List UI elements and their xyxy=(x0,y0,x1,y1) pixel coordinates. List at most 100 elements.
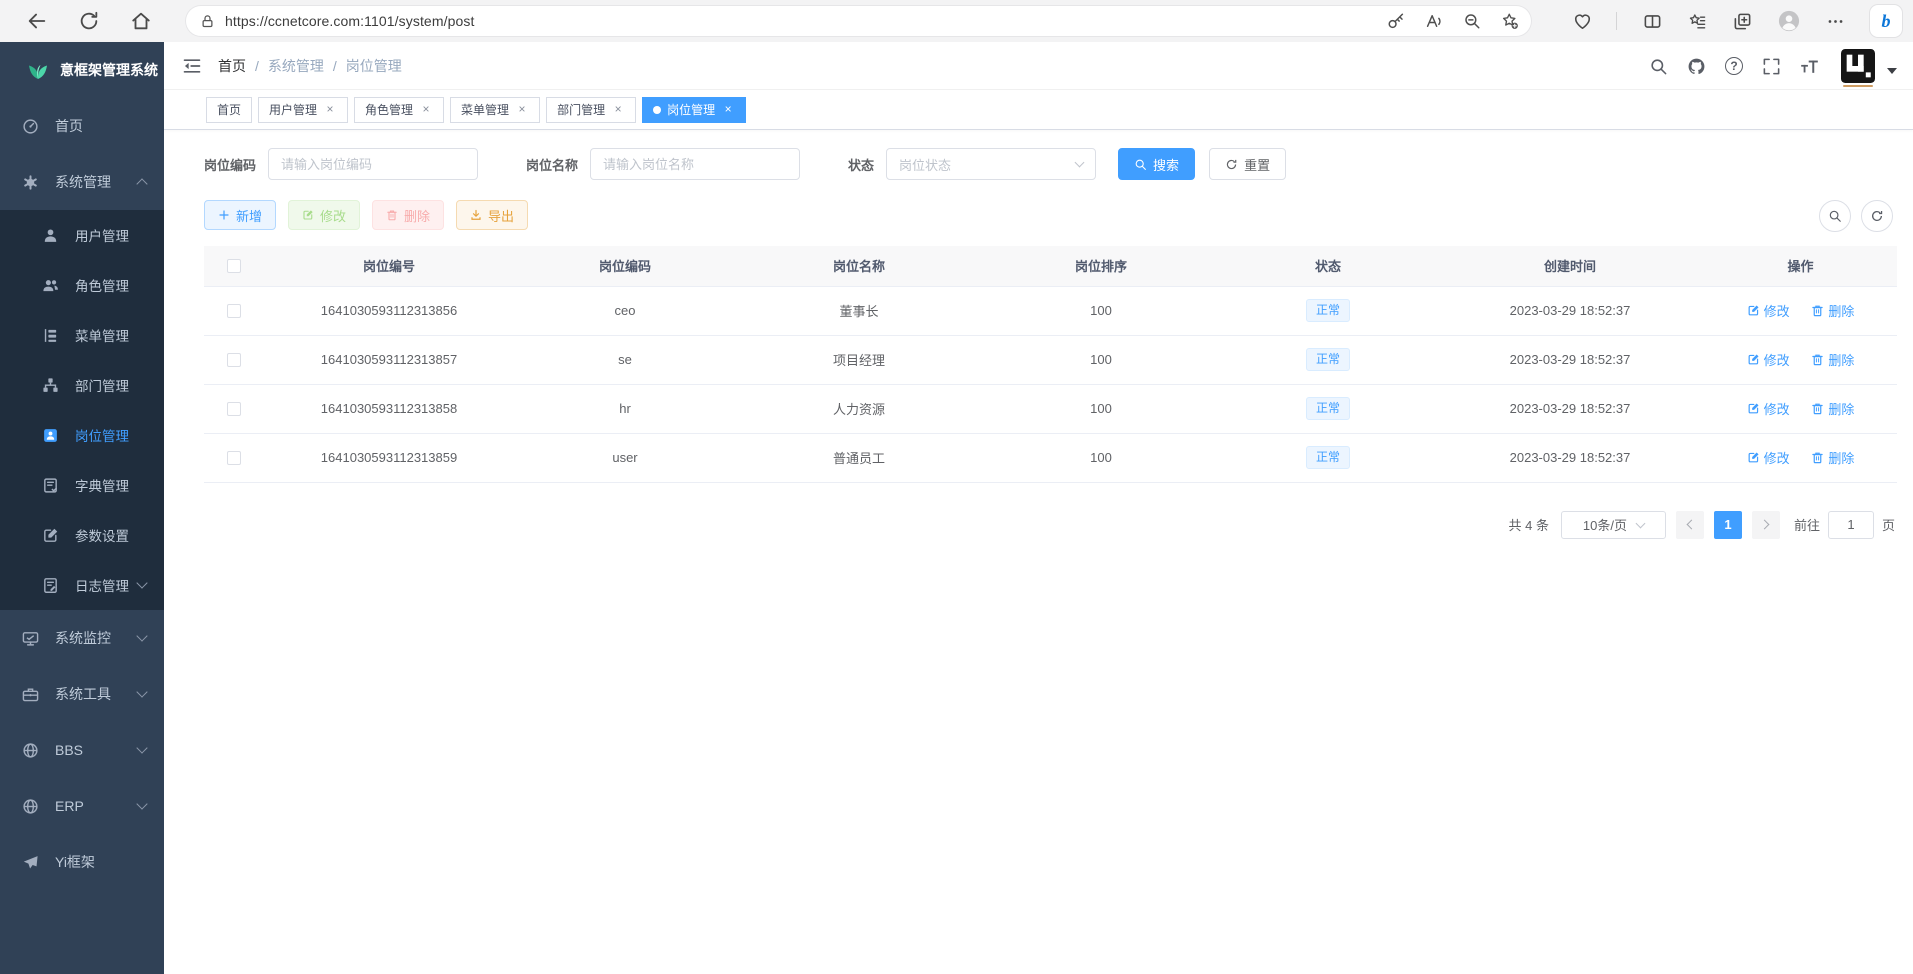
sidebar-item-menu-management[interactable]: 菜单管理 xyxy=(0,310,164,360)
row-edit-link[interactable]: 修改 xyxy=(1747,399,1790,418)
row-edit-label: 修改 xyxy=(1764,350,1790,369)
sidebar-item-system-tools[interactable]: 系统工具 xyxy=(0,666,164,722)
address-bar[interactable]: https://ccnetcore.com:1101/system/post xyxy=(186,6,1531,36)
search-button[interactable]: 搜索 xyxy=(1118,148,1195,180)
user-avatar[interactable] xyxy=(1841,49,1875,83)
post-code-label: 岗位编码 xyxy=(204,155,256,174)
row-checkbox[interactable] xyxy=(227,304,241,318)
post-name-input[interactable] xyxy=(590,148,800,180)
row-delete-link[interactable]: 删除 xyxy=(1811,350,1854,369)
help-icon[interactable]: ? xyxy=(1725,57,1743,75)
tab-home[interactable]: 首页 xyxy=(206,97,252,123)
browser-profile-avatar[interactable] xyxy=(1778,10,1800,32)
browser-back-icon[interactable] xyxy=(26,10,48,32)
cell-post-code: ceo xyxy=(514,286,736,335)
close-icon[interactable]: × xyxy=(323,103,337,117)
tab-user-management[interactable]: 用户管理 × xyxy=(258,97,348,123)
close-icon[interactable]: × xyxy=(611,103,625,117)
row-delete-link[interactable]: 删除 xyxy=(1811,399,1854,418)
header-actions: ? xyxy=(1630,42,1897,90)
fullscreen-icon[interactable] xyxy=(1762,57,1781,76)
collections-icon[interactable] xyxy=(1733,12,1752,31)
tab-post-management[interactable]: 岗位管理 × xyxy=(642,97,746,123)
row-checkbox[interactable] xyxy=(227,402,241,416)
filter-post-code: 岗位编码 xyxy=(204,148,478,180)
select-all-checkbox[interactable] xyxy=(227,259,241,273)
sidebar-item-yi-framework[interactable]: Yi框架 xyxy=(0,834,164,890)
edit-icon xyxy=(1747,402,1760,415)
sidebar-item-bbs[interactable]: BBS xyxy=(0,722,164,778)
post-table: 岗位编号 岗位编码 岗位名称 岗位排序 状态 创建时间 操作 164103059… xyxy=(204,246,1897,483)
status-select[interactable]: 岗位状态 xyxy=(886,148,1096,180)
toggle-search-button[interactable] xyxy=(1819,200,1851,232)
close-icon[interactable]: × xyxy=(721,103,735,117)
column-header-post-code: 岗位编码 xyxy=(514,246,736,286)
row-checkbox[interactable] xyxy=(227,353,241,367)
sidebar-item-system-management[interactable]: 系统管理 xyxy=(0,154,164,210)
browser-home-icon[interactable] xyxy=(130,10,152,32)
password-key-icon[interactable] xyxy=(1387,12,1405,30)
close-icon[interactable]: × xyxy=(419,103,433,117)
add-button[interactable]: 新增 xyxy=(204,200,276,230)
sidebar-item-label: BBS xyxy=(55,742,83,758)
search-icon xyxy=(1134,158,1147,171)
sidebar-fold-icon[interactable] xyxy=(182,56,202,76)
next-page-button[interactable] xyxy=(1752,511,1780,539)
copilot-button[interactable]: b xyxy=(1869,4,1903,38)
breadcrumb-home[interactable]: 首页 xyxy=(218,56,246,76)
sidebar-item-department-management[interactable]: 部门管理 xyxy=(0,360,164,410)
favorites-icon[interactable] xyxy=(1688,12,1707,31)
tab-menu-management[interactable]: 菜单管理 × xyxy=(450,97,540,123)
browser-toolbar: https://ccnetcore.com:1101/system/post b xyxy=(0,0,1913,42)
delete-button[interactable]: 删除 xyxy=(372,200,444,230)
prev-page-button[interactable] xyxy=(1676,511,1704,539)
sidebar-item-dictionary-management[interactable]: 字典管理 xyxy=(0,460,164,510)
row-checkbox[interactable] xyxy=(227,451,241,465)
refresh-table-button[interactable] xyxy=(1861,200,1893,232)
post-code-input[interactable] xyxy=(268,148,478,180)
header-search-icon[interactable] xyxy=(1649,57,1668,76)
sidebar-item-system-monitor[interactable]: 系统监控 xyxy=(0,610,164,666)
sidebar-item-log-management[interactable]: 日志管理 xyxy=(0,560,164,610)
user-menu-caret-icon[interactable] xyxy=(1887,68,1897,74)
zoom-out-icon[interactable] xyxy=(1463,12,1481,30)
page-size-select[interactable]: 10条/页 xyxy=(1561,511,1666,539)
font-size-icon[interactable] xyxy=(1800,57,1819,76)
active-dot-icon xyxy=(653,106,661,114)
status-badge: 正常 xyxy=(1306,446,1350,470)
browser-essentials-icon[interactable] xyxy=(1573,12,1592,31)
status-select-placeholder: 岗位状态 xyxy=(899,155,951,174)
add-favorite-icon[interactable] xyxy=(1501,12,1519,30)
sidebar-item-parameter-settings[interactable]: 参数设置 xyxy=(0,510,164,560)
tab-department-management[interactable]: 部门管理 × xyxy=(546,97,636,123)
url-text[interactable]: https://ccnetcore.com:1101/system/post xyxy=(225,13,1367,29)
close-icon[interactable]: × xyxy=(515,103,529,117)
sidebar-item-role-management[interactable]: 角色管理 xyxy=(0,260,164,310)
reset-button[interactable]: 重置 xyxy=(1209,148,1286,180)
github-icon[interactable] xyxy=(1687,57,1706,76)
row-edit-link[interactable]: 修改 xyxy=(1747,350,1790,369)
sidebar-item-user-management[interactable]: 用户管理 xyxy=(0,210,164,260)
read-aloud-icon[interactable] xyxy=(1425,12,1443,30)
tab-role-management[interactable]: 角色管理 × xyxy=(354,97,444,123)
split-screen-icon[interactable] xyxy=(1643,12,1662,31)
sidebar-item-post-management[interactable]: 岗位管理 xyxy=(0,410,164,460)
page-1-button[interactable]: 1 xyxy=(1714,511,1742,539)
goto-page-input[interactable] xyxy=(1828,511,1874,539)
browser-refresh-icon[interactable] xyxy=(78,10,100,32)
trash-icon xyxy=(386,209,398,221)
export-button[interactable]: 导出 xyxy=(456,200,528,230)
sidebar-item-erp[interactable]: ERP xyxy=(0,778,164,834)
lock-icon[interactable] xyxy=(200,14,215,29)
gear-icon xyxy=(22,174,39,191)
row-delete-link[interactable]: 删除 xyxy=(1811,301,1854,320)
sidebar-item-home[interactable]: 首页 xyxy=(0,98,164,154)
browser-menu-icon[interactable] xyxy=(1826,12,1845,31)
edit-button[interactable]: 修改 xyxy=(288,200,360,230)
app-logo[interactable]: 意框架管理系统 xyxy=(0,42,164,98)
row-delete-link[interactable]: 删除 xyxy=(1811,448,1854,467)
row-edit-link[interactable]: 修改 xyxy=(1747,448,1790,467)
badge-icon xyxy=(42,427,59,444)
row-edit-link[interactable]: 修改 xyxy=(1747,301,1790,320)
sidebar-item-label: 字典管理 xyxy=(75,475,129,495)
